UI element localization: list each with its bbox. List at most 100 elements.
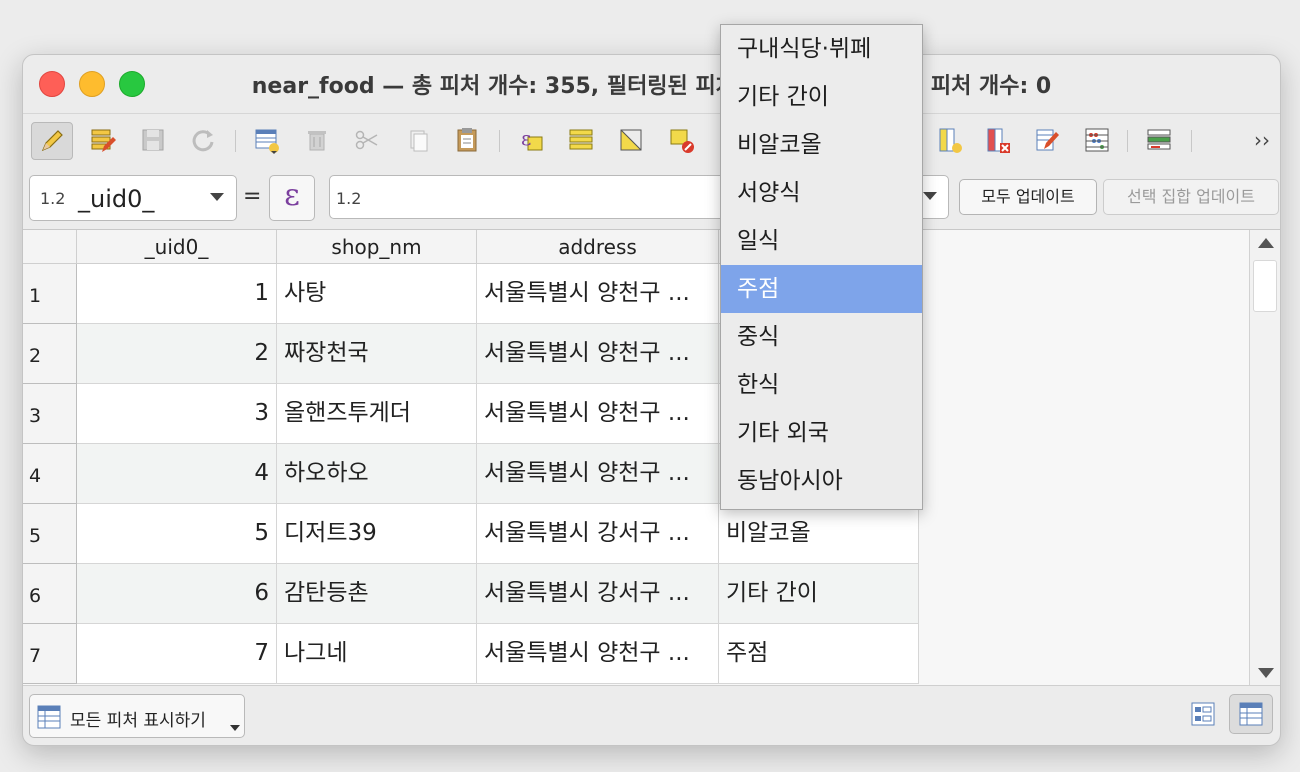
bottom-bar: 모든 피처 표시하기 <box>23 685 1280 745</box>
save-edits-button[interactable] <box>133 122 173 158</box>
update-all-button[interactable]: 모두 업데이트 <box>959 179 1097 215</box>
trash-icon <box>308 131 326 151</box>
attribute-table-window: near_food — 총 피처 개수: 355, 필터링된 피처 개수: 35… <box>22 54 1281 746</box>
conditional-formatting-button[interactable] <box>1077 122 1117 158</box>
expression-builder-button[interactable]: ε <box>269 175 315 221</box>
cell-shop-nm[interactable]: 나그네 <box>277 624 477 684</box>
dropdown-option[interactable]: 주점 <box>721 265 922 313</box>
toolbar: ε ›› <box>23 113 1280 166</box>
row-header[interactable]: 3 <box>23 384 77 444</box>
multi-edit-icon <box>91 129 116 152</box>
table-view-icon <box>1239 702 1263 726</box>
refresh-icon <box>192 130 214 152</box>
row-header[interactable]: 2 <box>23 324 77 384</box>
add-feature-icon <box>255 129 279 154</box>
cell-address[interactable]: 서울특별시 양천구 ... <box>477 264 719 324</box>
dropdown-option[interactable]: 구내식당·뷔페 <box>721 25 922 73</box>
chevron-down-icon <box>210 193 224 201</box>
vertical-scrollbar[interactable] <box>1249 230 1280 686</box>
copy-button[interactable] <box>397 122 437 158</box>
cell-uid[interactable]: 7 <box>77 624 277 684</box>
dock-icon <box>1147 129 1171 150</box>
cell-uid[interactable]: 5 <box>77 504 277 564</box>
chevron-down-icon[interactable] <box>923 192 937 200</box>
row-header[interactable]: 6 <box>23 564 77 624</box>
title-bar: near_food — 총 피처 개수: 355, 필터링된 피처 개수: 35… <box>23 55 1280 111</box>
cell-address[interactable]: 서울특별시 양천구 ... <box>477 624 719 684</box>
cell-address[interactable]: 서울특별시 강서구 ... <box>477 564 719 624</box>
cell-uid[interactable]: 4 <box>77 444 277 504</box>
expression-select-icon: ε <box>521 126 543 151</box>
category-dropdown-list: 구내식당·뷔페 기타 간이 비알코올 서양식 일식 주점 중식 한식 기타 외국 동남아시아 <box>720 24 923 510</box>
cell-category[interactable]: 비알코올 <box>719 504 919 564</box>
dropdown-option[interactable]: 한식 <box>721 361 922 409</box>
cell-uid[interactable]: 3 <box>77 384 277 444</box>
dropdown-option[interactable]: 기타 간이 <box>721 73 922 121</box>
dropdown-option[interactable]: 서양식 <box>721 169 922 217</box>
cell-shop-nm[interactable]: 짜장천국 <box>277 324 477 384</box>
deselect-all-button[interactable] <box>661 122 701 158</box>
dropdown-option[interactable]: 비알코올 <box>721 121 922 169</box>
save-icon <box>142 129 164 151</box>
invert-selection-button[interactable] <box>611 122 651 158</box>
paste-button[interactable] <box>447 122 487 158</box>
add-feature-button[interactable] <box>247 122 287 158</box>
cell-category[interactable]: 기타 간이 <box>719 564 919 624</box>
invert-selection-icon <box>620 129 642 151</box>
cell-category[interactable]: 주점 <box>719 624 919 684</box>
delete-field-icon <box>987 128 1010 153</box>
cell-shop-nm[interactable]: 디저트39 <box>277 504 477 564</box>
cell-shop-nm[interactable]: 올핸즈투게더 <box>277 384 477 444</box>
cell-address[interactable]: 서울특별시 양천구 ... <box>477 324 719 384</box>
row-header[interactable]: 5 <box>23 504 77 564</box>
reload-button[interactable] <box>183 122 223 158</box>
scroll-down-icon[interactable] <box>1258 668 1274 678</box>
field-select[interactable]: 1.2 _uid0_ <box>29 175 237 221</box>
column-header-address[interactable]: address <box>477 230 719 264</box>
column-header-shop-nm[interactable]: shop_nm <box>277 230 477 264</box>
row-header[interactable]: 1 <box>23 264 77 324</box>
multi-edit-button[interactable] <box>83 122 123 158</box>
dock-button[interactable] <box>1139 122 1179 158</box>
dropdown-option[interactable]: 일식 <box>721 217 922 265</box>
row-header[interactable]: 7 <box>23 624 77 684</box>
show-all-features-button[interactable]: 모든 피처 표시하기 <box>29 694 245 738</box>
new-field-button[interactable] <box>929 122 969 158</box>
field-calculator-icon <box>1036 129 1059 151</box>
cell-uid[interactable]: 2 <box>77 324 277 384</box>
select-by-expression-button[interactable]: ε <box>511 122 551 158</box>
scrollbar-thumb[interactable] <box>1253 260 1277 312</box>
scroll-up-icon[interactable] <box>1258 238 1274 248</box>
toggle-editing-button[interactable] <box>31 122 73 160</box>
select-all-button[interactable] <box>561 122 601 158</box>
toolbar-overflow-button[interactable]: ›› <box>1254 128 1270 152</box>
pencil-icon <box>41 130 63 152</box>
row-header[interactable]: 4 <box>23 444 77 504</box>
window-title: near_food — 총 피처 개수: 355, 필터링된 피처 개수: 35… <box>251 74 1052 99</box>
field-name: _uid0_ <box>78 185 155 213</box>
delete-field-button[interactable] <box>977 122 1017 158</box>
form-view-button[interactable] <box>1181 694 1225 734</box>
corner-header[interactable] <box>23 230 77 264</box>
cell-address[interactable]: 서울특별시 양천구 ... <box>477 384 719 444</box>
cell-uid[interactable]: 1 <box>77 264 277 324</box>
cell-uid[interactable]: 6 <box>77 564 277 624</box>
toolbar-separator <box>1127 130 1128 152</box>
dropdown-option[interactable]: 기타 외국 <box>721 409 922 457</box>
table-view-button[interactable] <box>1229 694 1273 734</box>
input-type-label: 1.2 <box>336 189 362 208</box>
cell-shop-nm[interactable]: 사탕 <box>277 264 477 324</box>
dropdown-option[interactable]: 중식 <box>721 313 922 361</box>
cell-address[interactable]: 서울특별시 강서구 ... <box>477 504 719 564</box>
toolbar-separator <box>499 130 500 152</box>
column-header-uid[interactable]: _uid0_ <box>77 230 277 264</box>
field-calculator-button[interactable] <box>1027 122 1067 158</box>
delete-features-button[interactable] <box>297 122 337 158</box>
update-selected-button[interactable]: 선택 집합 업데이트 <box>1103 179 1279 215</box>
cell-address[interactable]: 서울특별시 양천구 ... <box>477 444 719 504</box>
cut-button[interactable] <box>347 122 387 158</box>
cell-shop-nm[interactable]: 감탄등촌 <box>277 564 477 624</box>
attribute-table: _uid0_ shop_nm address 1 1 사탕 서울특별시 양천구 ...… <box>23 229 1280 686</box>
cell-shop-nm[interactable]: 하오하오 <box>277 444 477 504</box>
dropdown-option[interactable]: 동남아시아 <box>721 457 922 505</box>
